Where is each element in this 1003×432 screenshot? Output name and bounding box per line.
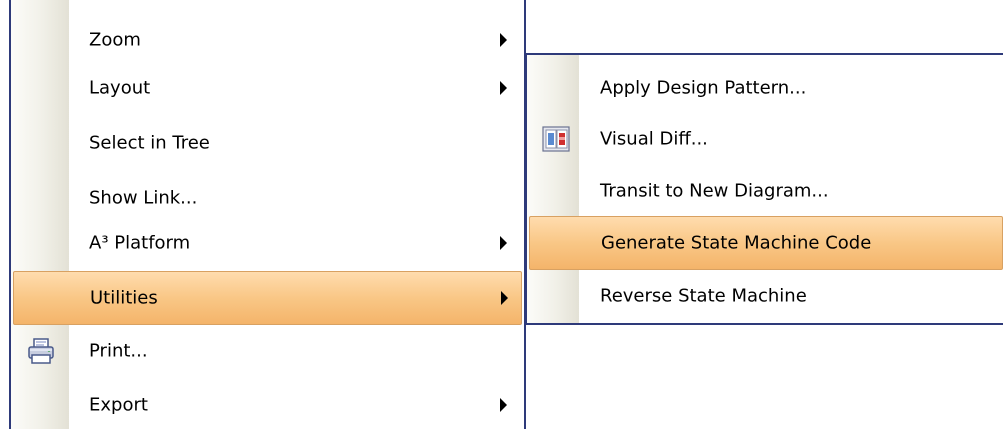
menu-item-label: Apply Design Pattern...	[600, 77, 807, 99]
printer-icon	[26, 336, 56, 366]
visual-diff-icon	[541, 124, 571, 154]
menu-item-label: Utilities	[90, 287, 158, 309]
background-strip	[0, 0, 9, 429]
menu-item-a3-platform[interactable]: A³ Platform	[13, 216, 522, 270]
submenu-arrow-icon	[500, 81, 507, 95]
menu-item-label: Export	[89, 394, 148, 416]
context-menu: Zoom Layout Select in Tree Show Link... …	[9, 0, 526, 429]
menu-item-label: Generate State Machine Code	[601, 232, 872, 254]
menu-item-label: Transit to New Diagram...	[600, 180, 829, 202]
submenu-arrow-icon	[500, 33, 507, 47]
menu-item-export[interactable]: Export	[13, 378, 522, 432]
menu-item-generate-state-machine-code[interactable]: Generate State Machine Code	[529, 216, 1003, 270]
menu-item-transit-to-new-diagram[interactable]: Transit to New Diagram...	[529, 164, 1001, 218]
menu-item-zoom[interactable]: Zoom	[13, 13, 522, 67]
menu-item-label: Visual Diff...	[600, 128, 708, 150]
menu-item-label: Show Link...	[89, 187, 198, 209]
menu-item-label: Zoom	[89, 29, 141, 51]
menu-item-label: Select in Tree	[89, 132, 210, 154]
menu-item-reverse-state-machine[interactable]: Reverse State Machine	[529, 269, 1001, 323]
menu-item-visual-diff[interactable]: Visual Diff...	[529, 112, 1001, 166]
menu-item-label: A³ Platform	[89, 232, 191, 254]
menu-item-utilities[interactable]: Utilities	[13, 271, 522, 325]
utilities-submenu: Apply Design Pattern... Visual Diff... T…	[525, 53, 1003, 325]
menu-item-label: Layout	[89, 77, 151, 99]
submenu-arrow-icon	[500, 398, 507, 412]
submenu-arrow-icon	[500, 236, 507, 250]
menu-item-select-in-tree[interactable]: Select in Tree	[13, 116, 522, 170]
submenu-arrow-icon	[501, 291, 508, 305]
menu-item-apply-design-pattern[interactable]: Apply Design Pattern...	[529, 61, 1001, 115]
menu-item-layout[interactable]: Layout	[13, 61, 522, 115]
menu-item-print[interactable]: Print...	[13, 324, 522, 378]
menu-item-label: Print...	[89, 340, 148, 362]
menu-item-label: Reverse State Machine	[600, 285, 807, 307]
